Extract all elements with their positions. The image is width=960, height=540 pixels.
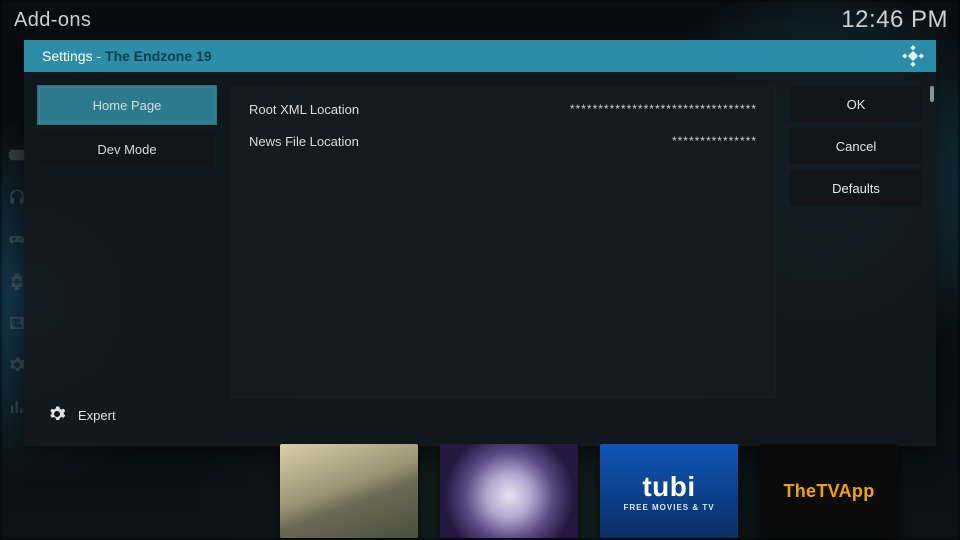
top-bar: Add-ons 12:46 PM xyxy=(0,0,960,40)
addon-tile-thetvapp[interactable]: TheTVApp xyxy=(760,444,898,538)
tile-subtitle: FREE MOVIES & TV xyxy=(623,503,714,512)
dialog-body: Home Page Dev Mode Expert Root XML Locat… xyxy=(24,72,936,446)
setting-label: News File Location xyxy=(249,134,359,149)
addon-tile-1[interactable] xyxy=(280,444,418,538)
dialog-title-addon: The Endzone 19 xyxy=(105,48,212,64)
kodi-logo-icon xyxy=(902,45,924,67)
settings-level-toggle[interactable]: Expert xyxy=(48,405,116,426)
cancel-button[interactable]: Cancel xyxy=(790,128,922,164)
clock: 12:46 PM xyxy=(841,6,948,34)
category-list: Home Page Dev Mode Expert xyxy=(38,86,216,432)
settings-dialog: Settings - The Endzone 19 Home Page Dev … xyxy=(24,40,936,446)
addon-tile-2[interactable] xyxy=(440,444,578,538)
setting-news-file-location[interactable]: News File Location *************** xyxy=(231,125,775,157)
addon-thumbnails: tubi FREE MOVIES & TV TheTVApp xyxy=(0,444,960,540)
category-home-page[interactable]: Home Page xyxy=(38,86,216,124)
setting-value: ********************************* xyxy=(570,102,757,116)
tile-title: TheTVApp xyxy=(783,481,874,502)
settings-panel: Root XML Location **********************… xyxy=(230,86,776,398)
breadcrumb: Add-ons xyxy=(14,9,91,32)
setting-value: *************** xyxy=(672,134,757,148)
dialog-header: Settings - The Endzone 19 xyxy=(24,40,936,72)
gear-icon xyxy=(48,405,66,426)
addon-tile-tubi[interactable]: tubi FREE MOVIES & TV xyxy=(600,444,738,538)
category-dev-mode[interactable]: Dev Mode xyxy=(38,130,216,168)
ok-button[interactable]: OK xyxy=(790,86,922,122)
setting-label: Root XML Location xyxy=(249,102,359,117)
dialog-title: Settings - The Endzone 19 xyxy=(42,48,212,64)
dialog-actions: OK Cancel Defaults xyxy=(790,86,922,432)
setting-root-xml-location[interactable]: Root XML Location **********************… xyxy=(231,93,775,125)
dialog-title-prefix: Settings - xyxy=(42,48,105,64)
defaults-button[interactable]: Defaults xyxy=(790,170,922,206)
tile-title: tubi xyxy=(642,471,695,503)
settings-level-label: Expert xyxy=(78,408,116,423)
